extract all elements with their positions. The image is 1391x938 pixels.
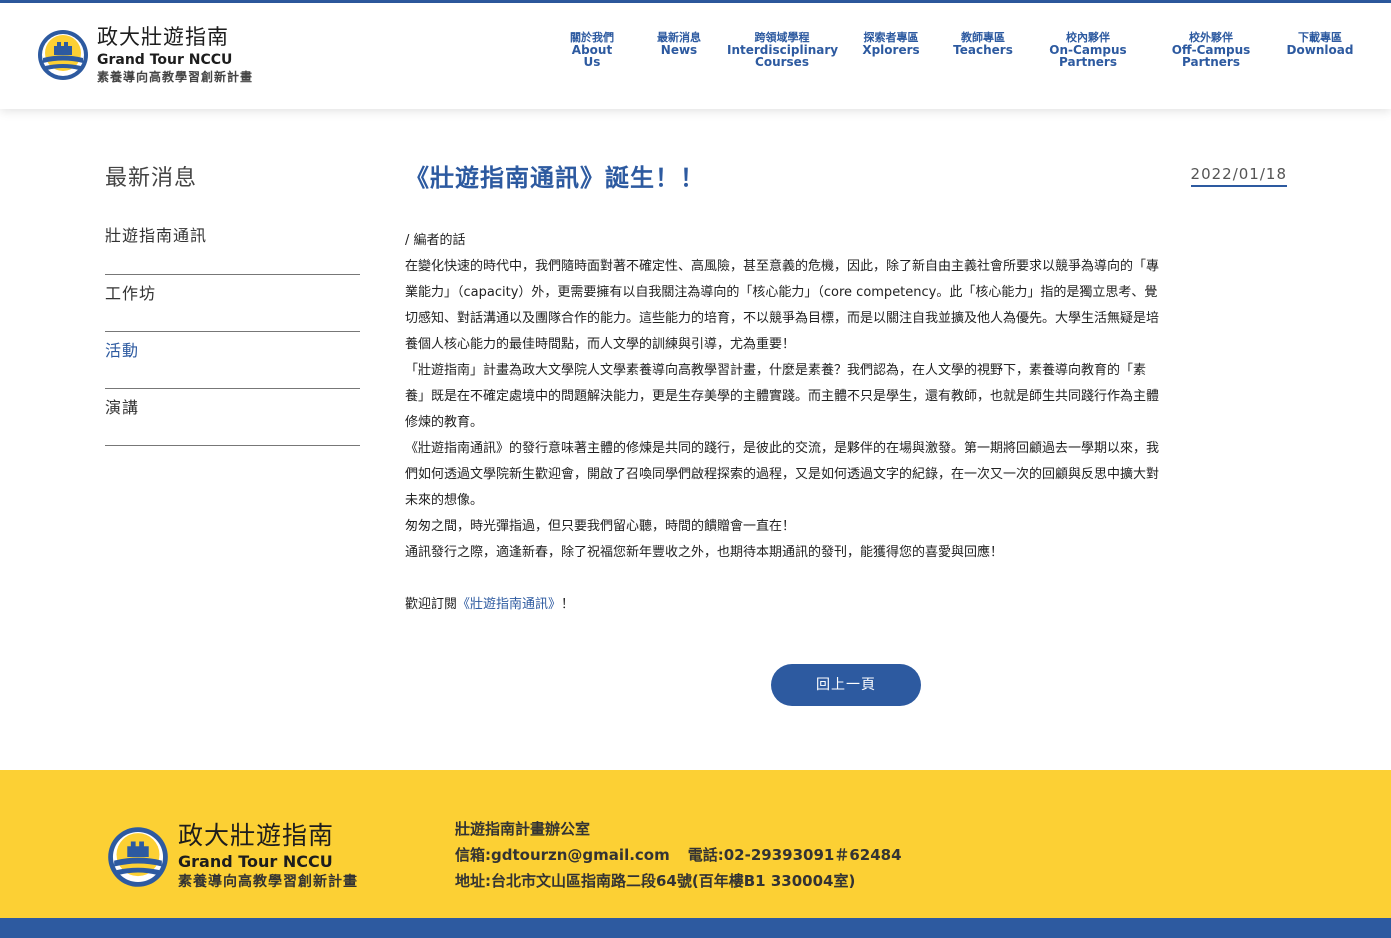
article-body: / 編者的話 在變化快速的時代中，我們隨時面對著不確定性、高風險，甚至意義的危機…: [405, 228, 1287, 618]
footer-contact-info: 壯遊指南計畫辦公室 信箱:gdtourzn@gmail.com 電話:02-293…: [455, 816, 902, 894]
nav-label-en: Xplorers: [862, 43, 920, 57]
footer-address: 地址:台北市文山區指南路二段64號(百年樓B1 330004室): [455, 872, 856, 890]
article-line: 在變化快速的時代中，我們隨時面對著不確定性、高風險，甚至意義的危機，因此，除了新…: [405, 259, 1160, 274]
article-line: 《壯遊指南通訊》的發行意味著主體的修煉是共同的踐行，是彼此的交流，是夥伴的在場與…: [405, 441, 1160, 456]
sidebar-title: 最新消息: [105, 166, 198, 191]
footer-brand-name-en: Grand Tour NCCU: [178, 852, 333, 871]
article-line: 們如何透過文學院新生歡迎會，開啟了召喚同學們啟程探索的過程，又是如何透過文字的紀…: [405, 467, 1160, 482]
nav-download[interactable]: 下載專區 Download: [1284, 32, 1356, 57]
article-line: 通訊發行之際，適逢新春，除了祝福您新年豐收之外，也期待本期通訊的發刊，能獲得您的…: [405, 545, 1004, 560]
footer-brand: 政大壯遊指南 Grand Tour NCCU 素養導向高教學習創新計畫: [178, 820, 358, 892]
sidebar-item-workshop[interactable]: 工作坊: [105, 275, 360, 332]
footer-email: 信箱:gdtourzn@gmail.com: [455, 846, 670, 864]
ship-logo-icon: [108, 827, 168, 887]
article-line: 未來的想像。: [405, 493, 484, 508]
footer-phone: 電話:02-29393091＃62484: [687, 846, 902, 864]
nav-news[interactable]: 最新消息 News: [650, 32, 708, 57]
sidebar-item-lectures[interactable]: 演講: [105, 389, 360, 446]
nav-interdisciplinary-courses[interactable]: 跨領域學程 Interdisciplinary Courses: [727, 32, 839, 69]
sidebar-item-newsletter[interactable]: 壯遊指南通訊: [105, 218, 360, 275]
article-line: 匆匆之間，時光彈指過，但只要我們留心聽，時間的饋贈會一直在！: [405, 519, 796, 534]
main-nav: 關於我們 About Us 最新消息 News 跨領域學程 Interdisci…: [0, 32, 1391, 92]
nav-off-campus-partners[interactable]: 校外夥伴 Off-Campus Partners: [1166, 32, 1256, 69]
footer-email-phone-row: 信箱:gdtourzn@gmail.com 電話:02-29393091＃6248…: [455, 842, 902, 868]
footer-office-name: 壯遊指南計畫辦公室: [455, 820, 591, 838]
sidebar-item-activities[interactable]: 活動: [105, 332, 360, 389]
nav-label-en: On-Campus Partners: [1049, 43, 1127, 69]
subscribe-newsletter-link[interactable]: 《壯遊指南通訊》: [457, 597, 561, 612]
nav-teachers[interactable]: 教師專區 Teachers: [950, 32, 1016, 57]
article-date: 2022/01/18: [1190, 165, 1287, 187]
nav-xplorers[interactable]: 探索者專區 Xplorers: [856, 32, 926, 57]
nav-label-en: News: [660, 43, 698, 57]
subscribe-suffix: ！: [561, 597, 575, 612]
article-title: 《壯遊指南通訊》誕生！！: [405, 164, 705, 192]
article-line: 業能力」（capacity）外，更需要擁有以自我關注為導向的「核心能力」（cor…: [405, 285, 1158, 300]
nav-label-en: Off-Campus Partners: [1171, 43, 1251, 69]
nav-label-en: Interdisciplinary Courses: [727, 43, 839, 69]
subscribe-prefix: 歡迎訂閱: [405, 597, 458, 612]
article-line: / 編者的話: [405, 233, 466, 248]
article-line: 養」既是在不確定處境中的問題解決能力，更是生存美學的主體實踐。而主體不只是學生，…: [405, 389, 1160, 404]
footer-brand-subtitle: 素養導向高教學習創新計畫: [178, 874, 358, 890]
article-line: 「壯遊指南」計畫為政大文學院人文學素養導向高教學習計畫，什麼是素養？我們認為，在…: [405, 363, 1147, 378]
article-line: 養個人核心能力的最佳時間點，而人文學的訓練與引導，尤為重要！: [405, 337, 796, 352]
news-sidebar: 最新消息 壯遊指南通訊 工作坊 活動 演講: [105, 160, 360, 446]
back-button[interactable]: 回上一頁: [771, 664, 921, 706]
footer-brand-name-zh: 政大壯遊指南: [178, 821, 335, 850]
subscribe-line: 歡迎訂閱《壯遊指南通訊》！: [405, 592, 1287, 618]
article-line: 修煉的教育。: [405, 415, 484, 430]
nav-about-us[interactable]: 關於我們 About Us: [562, 32, 622, 69]
nav-on-campus-partners[interactable]: 校內夥伴 On-Campus Partners: [1046, 32, 1130, 69]
bottom-bar: [0, 918, 1391, 938]
article-line: 切感知、對話溝通以及團隊合作的能力。這些能力的培育，不以競爭為目標，而是以關注自…: [405, 311, 1160, 326]
nav-label-en: Download: [1286, 43, 1354, 57]
site-footer: 政大壯遊指南 Grand Tour NCCU 素養導向高教學習創新計畫 壯遊指南…: [0, 770, 1391, 918]
nav-label-en: About Us: [571, 43, 613, 69]
site-header: 政大壯遊指南 Grand Tour NCCU 素養導向高教學習創新計畫 關於我們…: [0, 3, 1391, 109]
nav-label-en: Teachers: [953, 43, 1013, 57]
